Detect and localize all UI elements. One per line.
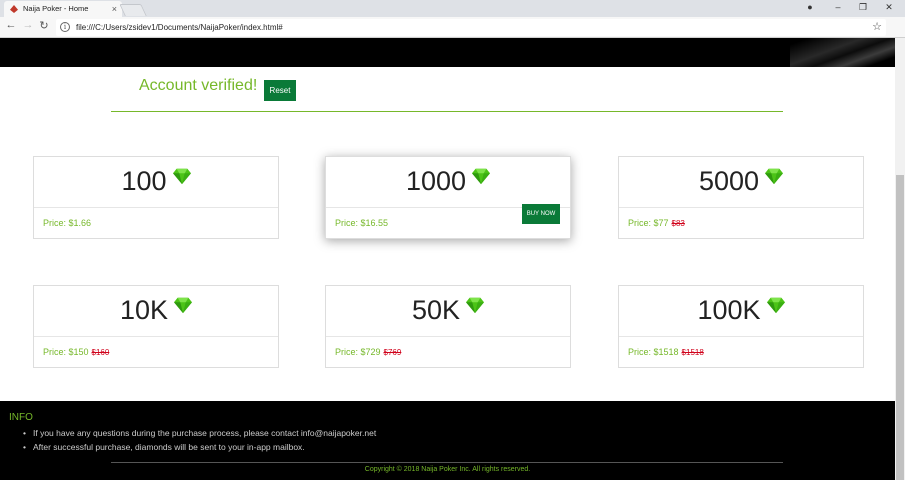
browser-toolbar: ← → ↻ i file:///C:/Users/zsidev1/Documen… bbox=[0, 17, 905, 49]
diamond-package-card[interactable]: 5000 Price: $77 $83 bbox=[618, 156, 864, 239]
footer-title: INFO bbox=[9, 412, 33, 423]
forward-arrow-icon[interactable]: → bbox=[20, 19, 36, 31]
restore-icon[interactable]: ❐ bbox=[851, 0, 875, 17]
amount-text: 5000 bbox=[698, 166, 760, 196]
old-price: $160 bbox=[91, 348, 110, 357]
diamond-package-card[interactable]: 100K Price: $1518 $1518 bbox=[618, 285, 864, 368]
minimize-icon[interactable]: – bbox=[826, 0, 850, 17]
diamond-icon bbox=[765, 168, 784, 185]
naija-poker-favicon bbox=[10, 5, 18, 13]
copyright: Copyright © 2018 Naija Poker Inc. All ri… bbox=[364, 466, 531, 473]
diamond-icon bbox=[472, 168, 491, 185]
reset-button[interactable]: Reset bbox=[264, 80, 296, 101]
diamond-icon bbox=[174, 297, 193, 314]
package-amount: 5000 bbox=[619, 157, 863, 208]
star-icon[interactable]: ☆ bbox=[872, 19, 882, 36]
price-text: Price: $1518 bbox=[628, 347, 679, 357]
buy-now-button[interactable]: BUY NOW bbox=[522, 204, 560, 224]
page-viewport: Account verified! Reset 100 Price: $1.66 1… bbox=[0, 38, 895, 480]
price-text: Price: $16.55 bbox=[335, 218, 389, 228]
info-list: If you have any questions during the pur… bbox=[23, 426, 376, 454]
scrollbar-thumb[interactable] bbox=[896, 175, 904, 480]
diamond-package-card[interactable]: 1000 Price: $16.55 BUY NOW bbox=[325, 156, 571, 239]
back-arrow-icon[interactable]: ← bbox=[3, 19, 19, 31]
package-amount: 10K bbox=[34, 286, 278, 337]
close-icon[interactable]: × bbox=[112, 1, 117, 17]
price-text: Price: $1.66 bbox=[43, 218, 92, 228]
price-label: Price: $150 $160 bbox=[43, 347, 109, 357]
divider bbox=[111, 111, 783, 112]
diamond-package-card[interactable]: 10K Price: $150 $160 bbox=[33, 285, 279, 368]
price-text: Price: $150 bbox=[43, 347, 89, 357]
old-price: $1518 bbox=[681, 348, 704, 357]
old-price: $769 bbox=[383, 348, 402, 357]
amount-text: 10K bbox=[119, 295, 169, 325]
price-text: Price: $77 bbox=[628, 218, 669, 228]
reload-icon[interactable]: ↻ bbox=[36, 19, 52, 32]
amount-text: 50K bbox=[411, 295, 461, 325]
amount-text: 1000 bbox=[405, 166, 467, 196]
package-amount: 100K bbox=[619, 286, 863, 337]
package-amount: 50K bbox=[326, 286, 570, 337]
browser-tab[interactable]: Naija Poker - Home × bbox=[4, 1, 122, 17]
price-label: Price: $77 $83 bbox=[628, 218, 685, 228]
footer-divider bbox=[111, 462, 783, 463]
tab-title: Naija Poker - Home bbox=[23, 4, 89, 13]
scrollbar[interactable] bbox=[895, 38, 905, 480]
new-tab-button[interactable] bbox=[119, 4, 147, 16]
price-label: Price: $16.55 bbox=[335, 218, 388, 228]
site-header bbox=[0, 38, 895, 67]
info-item: If you have any questions during the pur… bbox=[23, 426, 376, 440]
site-footer: INFO If you have any questions during th… bbox=[0, 401, 895, 480]
old-price: $83 bbox=[671, 219, 685, 228]
diamond-icon bbox=[766, 297, 785, 314]
amount-text: 100K bbox=[697, 295, 761, 325]
price-text: Price: $729 bbox=[335, 347, 381, 357]
price-label: Price: $1518 $1518 bbox=[628, 347, 704, 357]
diamond-package-card[interactable]: 100 Price: $1.66 bbox=[33, 156, 279, 239]
package-amount: 100 bbox=[34, 157, 278, 208]
account-icon[interactable]: ● bbox=[798, 0, 822, 17]
price-label: Price: $729 $769 bbox=[335, 347, 401, 357]
amount-text: 100 bbox=[121, 166, 167, 196]
tab-strip: Naija Poker - Home × ● – ❐ ✕ bbox=[0, 0, 905, 17]
package-amount: 1000 bbox=[326, 157, 570, 208]
info-item: After successful purchase, diamonds will… bbox=[23, 440, 376, 454]
price-label: Price: $1.66 bbox=[43, 218, 91, 228]
window-close-icon[interactable]: ✕ bbox=[877, 0, 901, 17]
diamond-icon bbox=[172, 168, 191, 185]
diamond-icon bbox=[466, 297, 485, 314]
address-bar[interactable]: i file:///C:/Users/zsidev1/Documents/Nai… bbox=[56, 19, 886, 36]
diamond-package-card[interactable]: 50K Price: $729 $769 bbox=[325, 285, 571, 368]
status-message: Account verified! bbox=[139, 77, 258, 94]
header-decoration bbox=[790, 38, 895, 67]
url-text: file:///C:/Users/zsidev1/Documents/Naija… bbox=[76, 23, 283, 32]
info-icon[interactable]: i bbox=[60, 22, 70, 32]
